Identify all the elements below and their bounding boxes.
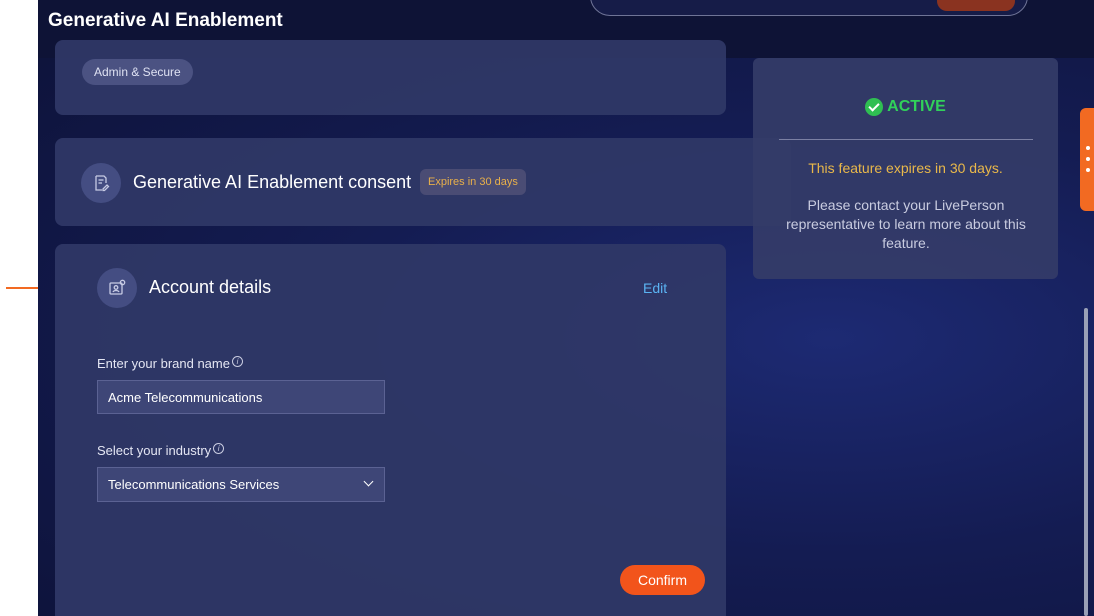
account-id-icon [97, 268, 137, 308]
account-details-card [55, 244, 726, 616]
more-dot-icon [1086, 157, 1090, 161]
document-edit-icon [81, 163, 121, 203]
brand-name-label-text: Enter your brand name [97, 356, 230, 371]
edit-link[interactable]: Edit [643, 280, 667, 296]
expires-badge: Expires in 30 days [420, 169, 526, 195]
chevron-down-icon [363, 476, 374, 487]
status-expiry-text: This feature expires in 30 days. [808, 160, 1003, 176]
info-icon[interactable]: i [231, 356, 243, 367]
industry-label: Select your industry i [97, 443, 225, 458]
more-dot-icon [1086, 146, 1090, 150]
status-row: ACTIVE [753, 98, 1058, 116]
status-panel: ACTIVE This feature expires in 30 days. … [753, 58, 1058, 279]
confirm-button[interactable]: Confirm [620, 565, 705, 595]
brand-name-label: Enter your brand name i [97, 356, 243, 371]
side-panel-tab[interactable] [1080, 108, 1094, 211]
category-tag: Admin & Secure [82, 59, 193, 85]
more-dot-icon [1086, 168, 1090, 172]
scrollbar[interactable] [1084, 308, 1088, 616]
industry-label-text: Select your industry [97, 443, 212, 458]
status-divider [779, 139, 1033, 140]
search-submit-button[interactable] [937, 0, 1015, 11]
info-icon[interactable]: i [213, 443, 225, 454]
app-window: Generative AI Enablement Admin & Secure … [38, 0, 1094, 616]
account-details-title: Account details [149, 277, 272, 297]
industry-select[interactable]: Telecommunications Services [97, 467, 385, 502]
industry-select-value: Telecommunications Services [108, 477, 280, 492]
brand-name-input[interactable] [97, 380, 385, 414]
page-title: Generative AI Enablement [48, 10, 283, 31]
consent-title: Generative AI Enablement consent [133, 172, 412, 192]
check-circle-icon [865, 98, 884, 116]
status-badge: ACTIVE [887, 98, 946, 115]
search-shell[interactable] [590, 0, 1028, 16]
status-note: Please contact your LivePerson represent… [786, 197, 1026, 251]
